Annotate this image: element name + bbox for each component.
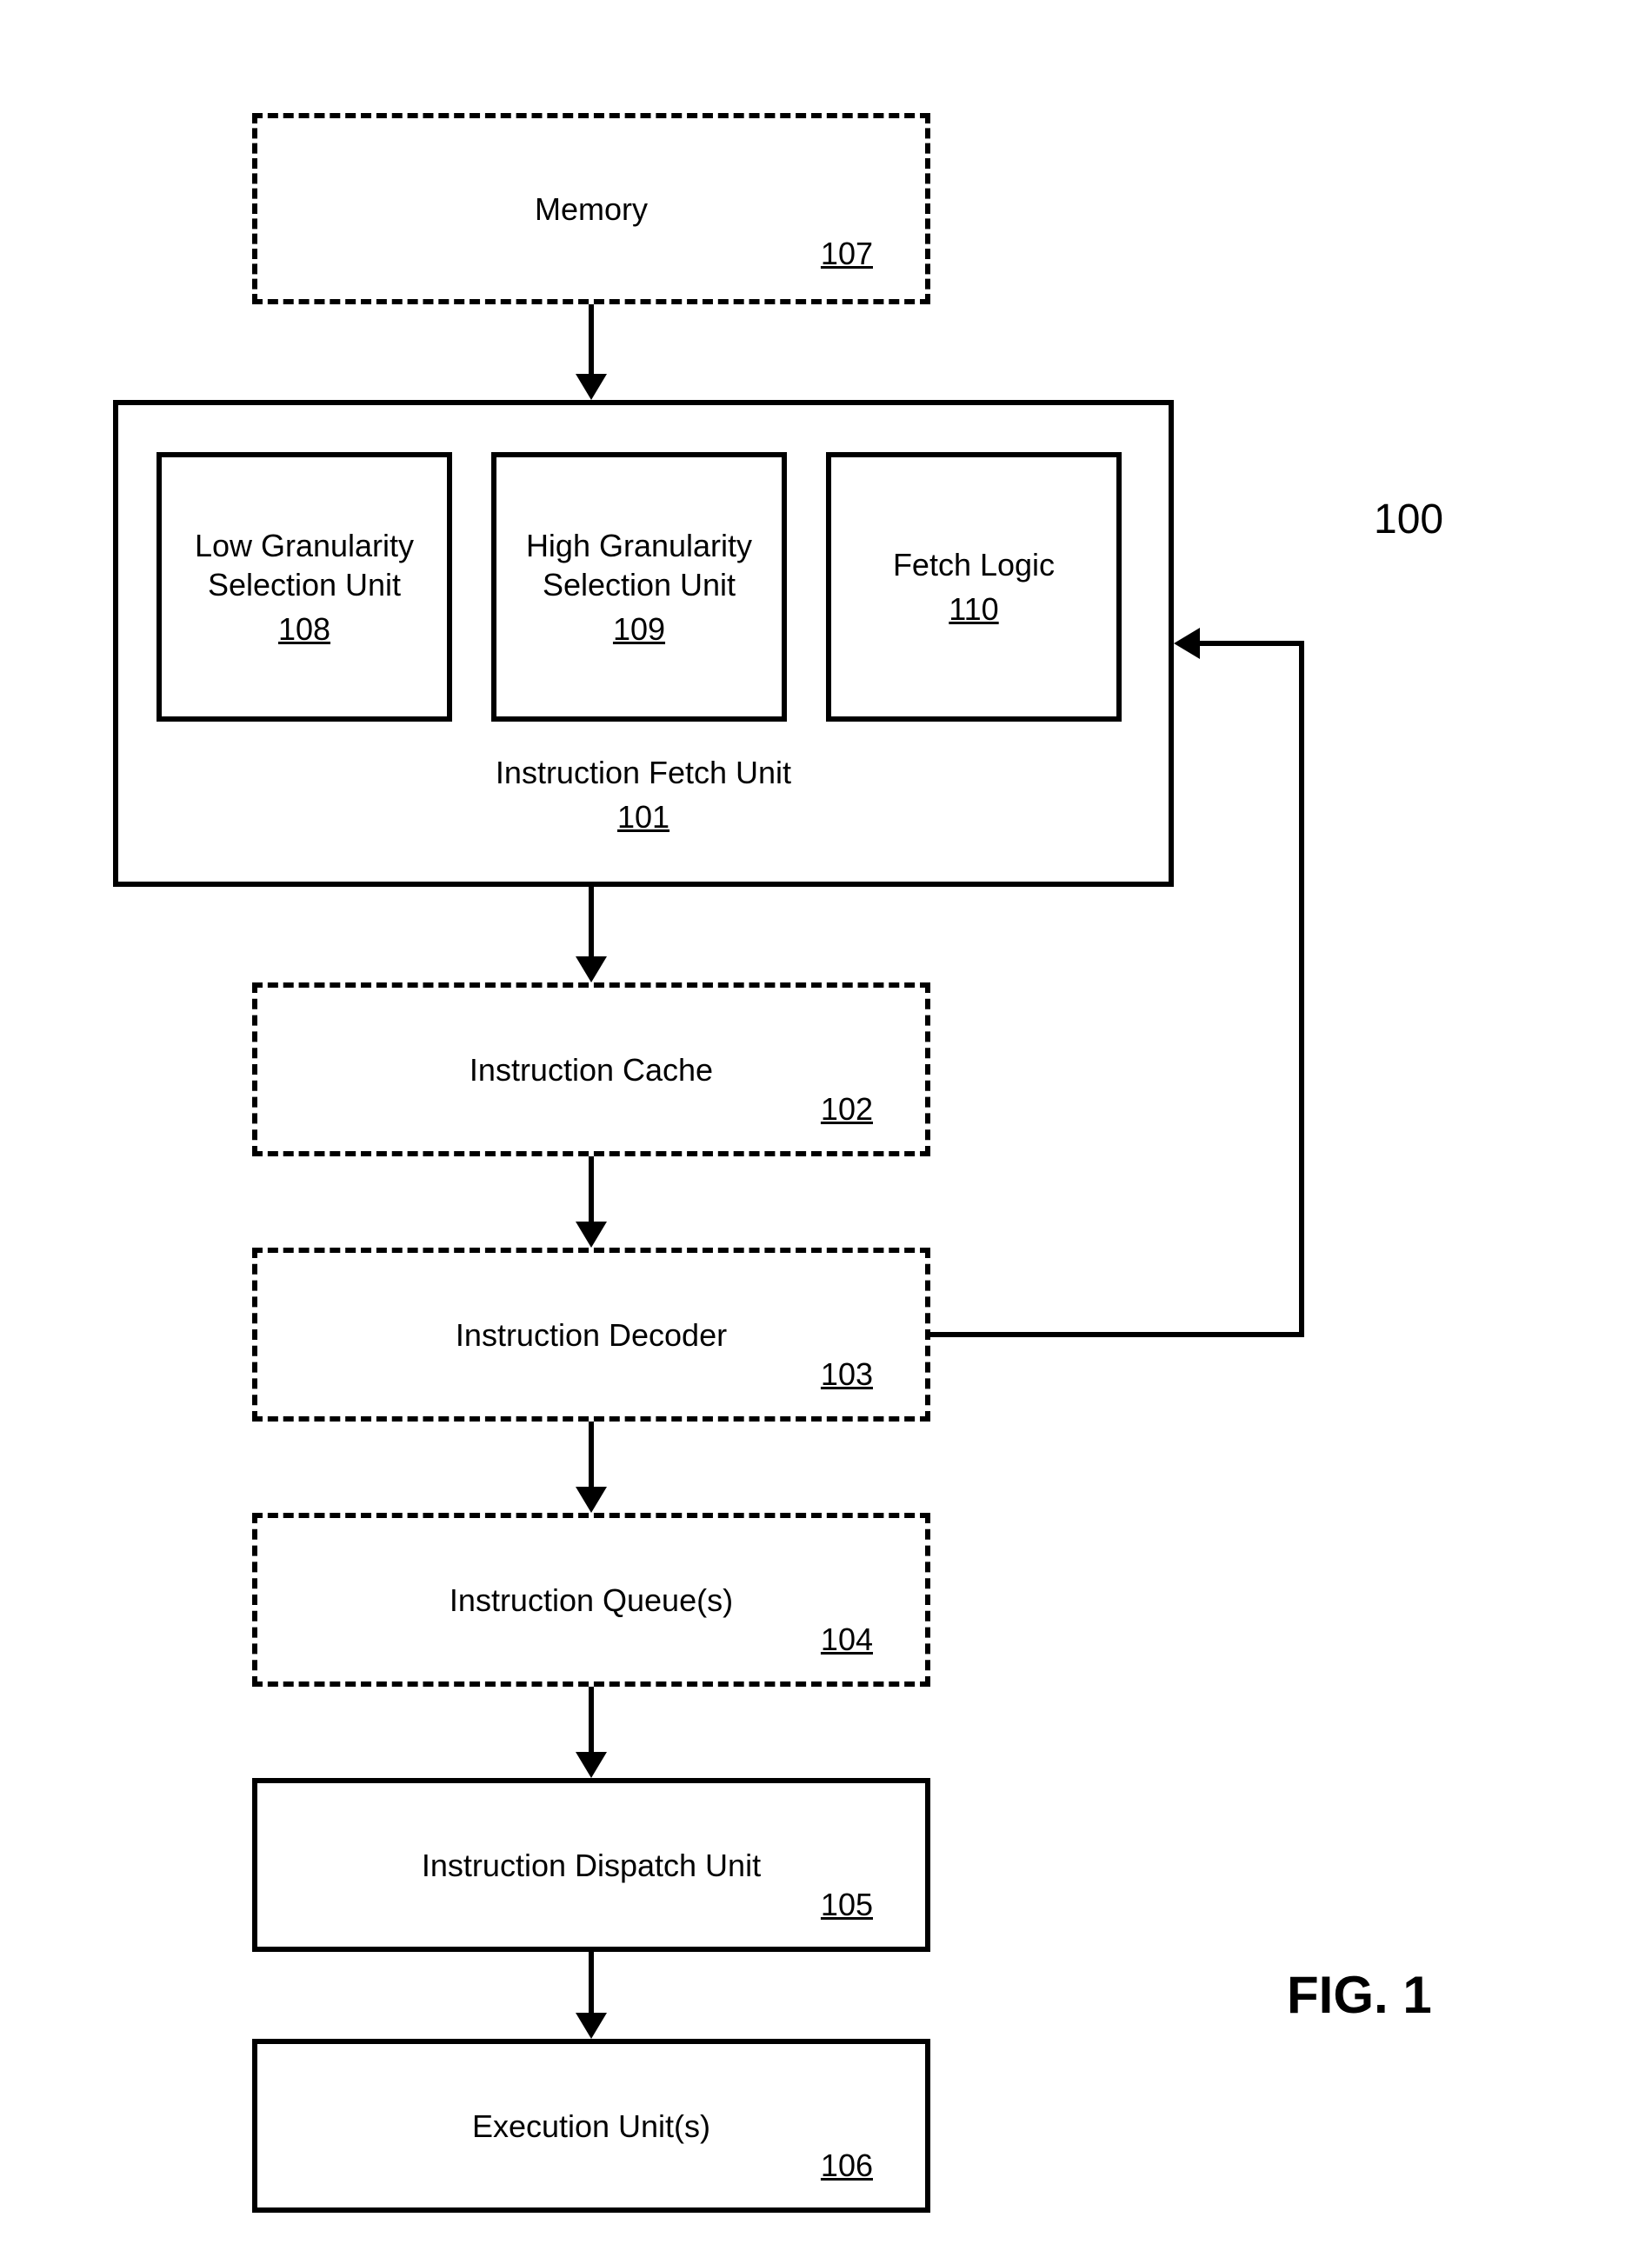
block-memory: Memory 107	[252, 113, 930, 304]
block-idispatch-label: Instruction Dispatch Unit	[422, 1846, 761, 1885]
diagram-canvas: 100 FIG. 1 Memory 107 Instruction Fetch …	[0, 0, 1652, 2264]
block-fetch-logic-label: Fetch Logic	[893, 545, 1055, 584]
arrow-segment	[589, 304, 594, 374]
block-exec-ref: 106	[821, 2146, 873, 2185]
arrow-head	[576, 1752, 607, 1778]
arrow-head	[576, 1487, 607, 1513]
block-memory-label: Memory	[535, 190, 648, 229]
figure-reference-number: 100	[1374, 496, 1443, 543]
feedback-arrow-segment	[930, 1332, 1304, 1337]
arrow-head	[576, 1222, 607, 1248]
arrow-segment	[589, 1156, 594, 1222]
block-ifu-label: Instruction Fetch Unit	[118, 753, 1169, 792]
block-memory-ref: 107	[821, 234, 873, 273]
block-instruction-decoder: Instruction Decoder 103	[252, 1248, 930, 1422]
block-instruction-cache: Instruction Cache 102	[252, 982, 930, 1156]
block-iqueue-label: Instruction Queue(s)	[450, 1581, 733, 1620]
feedback-arrow-segment	[1200, 641, 1304, 646]
feedback-arrow-segment	[1299, 641, 1304, 1337]
block-high-granularity-label: High Granularity Selection Unit	[517, 526, 761, 604]
block-instruction-dispatch: Instruction Dispatch Unit 105	[252, 1778, 930, 1952]
block-ifu-ref: 101	[118, 797, 1169, 836]
block-idispatch-ref: 105	[821, 1885, 873, 1924]
block-low-granularity: Low Granularity Selection Unit 108	[157, 452, 452, 722]
arrow-segment	[589, 1952, 594, 2013]
feedback-arrow-head	[1174, 628, 1200, 659]
block-idecoder-label: Instruction Decoder	[456, 1315, 727, 1355]
block-low-granularity-ref: 108	[278, 609, 330, 649]
arrow-head	[576, 956, 607, 982]
arrow-segment	[589, 887, 594, 956]
block-low-granularity-label: Low Granularity Selection Unit	[183, 526, 426, 604]
arrow-segment	[589, 1422, 594, 1487]
block-execution-units: Execution Unit(s) 106	[252, 2039, 930, 2213]
block-instruction-queue: Instruction Queue(s) 104	[252, 1513, 930, 1687]
block-idecoder-ref: 103	[821, 1355, 873, 1394]
block-icache-label: Instruction Cache	[470, 1050, 713, 1089]
block-high-granularity: High Granularity Selection Unit 109	[491, 452, 787, 722]
block-exec-label: Execution Unit(s)	[472, 2107, 710, 2146]
block-high-granularity-ref: 109	[613, 609, 665, 649]
arrow-head	[576, 374, 607, 400]
block-fetch-logic-ref: 110	[949, 589, 998, 629]
arrow-segment	[589, 1687, 594, 1752]
block-iqueue-ref: 104	[821, 1620, 873, 1659]
figure-label: FIG. 1	[1287, 1965, 1432, 2025]
block-fetch-logic: Fetch Logic 110	[826, 452, 1122, 722]
arrow-head	[576, 2013, 607, 2039]
block-icache-ref: 102	[821, 1089, 873, 1129]
